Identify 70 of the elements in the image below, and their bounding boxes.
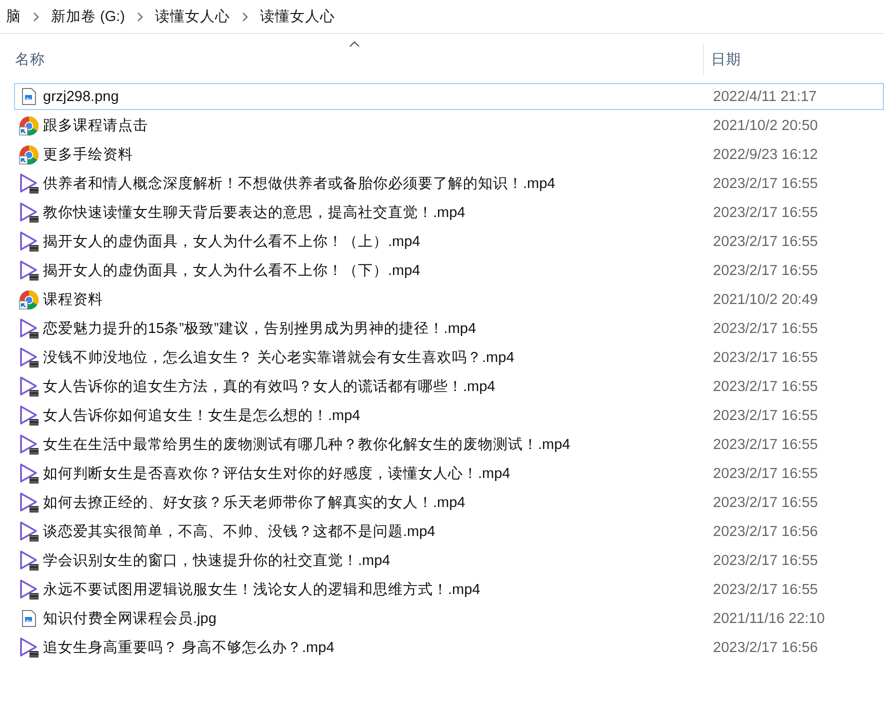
file-name[interactable]: 跟多课程请点击 <box>42 116 706 135</box>
breadcrumb-item[interactable]: 新加卷 (G:) <box>45 7 131 26</box>
chevron-icon <box>33 12 39 22</box>
file-date: 2023/2/17 16:55 <box>712 466 818 482</box>
video-file-icon <box>19 260 39 281</box>
file-date: 2021/10/2 20:50 <box>712 118 818 134</box>
video-file-icon <box>19 434 39 455</box>
chevron-icon <box>137 12 143 22</box>
file-name[interactable]: 教你快速读懂女生聊天背后要表达的意思，提高社交直觉！.mp4 <box>42 203 706 222</box>
file-date: 2023/2/17 16:55 <box>712 436 818 452</box>
video-file-icon <box>19 579 39 600</box>
file-name[interactable]: 没钱不帅没地位，怎么追女生？ 关心老实靠谱就会有女生喜欢吗？.mp4 <box>42 348 706 367</box>
file-name[interactable]: 谈恋爱其实很简单，不高、不帅、没钱？这都不是问题.mp4 <box>42 522 706 541</box>
file-date: 2023/2/17 16:55 <box>712 582 818 598</box>
file-date: 2023/2/17 16:55 <box>712 350 818 366</box>
file-name[interactable]: 揭开女人的虚伪面具，女人为什么看不上你！（上）.mp4 <box>42 232 706 251</box>
video-file-icon <box>19 492 39 513</box>
file-date: 2023/2/17 16:55 <box>712 408 818 424</box>
breadcrumb-item[interactable]: 脑 <box>0 7 27 26</box>
file-name[interactable]: 更多手绘资料 <box>42 145 706 164</box>
column-header[interactable]: 日期 <box>704 34 741 80</box>
file-date: 2021/10/2 20:49 <box>712 292 818 308</box>
video-file-icon <box>19 347 39 368</box>
video-file-icon <box>19 231 39 252</box>
file-date: 2022/4/11 21:17 <box>712 88 817 104</box>
file-date: 2021/11/16 22:10 <box>712 610 825 626</box>
chevron-icon <box>242 12 248 22</box>
file-name[interactable]: 揭开女人的虚伪面具，女人为什么看不上你！（下）.mp4 <box>42 261 706 280</box>
file-name[interactable]: 恋爱魅力提升的15条”极致”建议，告别挫男成为男神的捷径！.mp4 <box>42 319 706 338</box>
video-file-icon <box>19 173 39 194</box>
browser-shortcut-icon <box>19 290 39 310</box>
video-file-icon <box>19 405 39 426</box>
file-name[interactable]: 永远不要试图用逻辑说服女生！浅论女人的逻辑和思维方式！.mp4 <box>42 580 706 599</box>
file-date: 2022/9/23 16:12 <box>712 146 818 162</box>
video-file-icon <box>19 463 39 484</box>
file-name[interactable]: 女生在生活中最常给男生的废物测试有哪几种？教你化解女生的废物测试！.mp4 <box>42 435 706 454</box>
file-date: 2023/2/17 16:56 <box>712 524 818 540</box>
file-name[interactable]: 女人告诉你的追女生方法，真的有效吗？女人的谎话都有哪些！.mp4 <box>42 377 706 396</box>
file-date: 2023/2/17 16:55 <box>712 378 818 394</box>
file-date: 2023/2/17 16:55 <box>712 262 818 278</box>
file-name[interactable]: 课程资料 <box>42 290 706 309</box>
breadcrumb-item[interactable]: 读懂女人心 <box>254 7 341 26</box>
file-name[interactable]: 学会识别女生的窗口，快速提升你的社交直觉！.mp4 <box>42 551 706 570</box>
focused-file-row[interactable]: grzj298.png 2022/4/11 21:17 <box>14 83 884 110</box>
browser-shortcut-icon <box>19 116 39 136</box>
file-date: 2023/2/17 16:55 <box>712 204 818 220</box>
file-name[interactable]: 追女生身高重要吗？ 身高不够怎么办？.mp4 <box>42 638 706 657</box>
file-date: 2023/2/17 16:55 <box>712 494 818 510</box>
file-date: 2023/2/17 16:55 <box>712 320 818 336</box>
column-header[interactable]: 名称 <box>0 34 704 80</box>
file-date: 2023/2/17 16:55 <box>712 176 818 192</box>
video-file-icon <box>19 202 39 223</box>
file-date: 2023/2/17 16:56 <box>712 640 818 656</box>
file-name[interactable]: 知识付费全网课程会员.jpg <box>42 609 706 628</box>
video-file-icon <box>19 376 39 397</box>
video-file-icon <box>19 550 39 571</box>
browser-shortcut-icon <box>19 144 39 164</box>
file-name[interactable]: 供养者和情人概念深度解析！不想做供养者或备胎你必须要了解的知识！.mp4 <box>42 174 706 193</box>
file-name[interactable]: 女人告诉你如何追女生！女生是怎么想的！.mp4 <box>42 406 706 425</box>
video-file-icon <box>19 521 39 542</box>
file-name[interactable]: grzj298.png <box>42 88 706 104</box>
file-name[interactable]: 如何判断女生是否喜欢你？评估女生对你的好感度，读懂女人心！.mp4 <box>42 464 706 483</box>
video-file-icon <box>19 318 39 339</box>
image-file-icon <box>22 610 36 627</box>
video-file-icon <box>19 637 39 658</box>
image-file-icon <box>22 88 36 105</box>
breadcrumb-item[interactable]: 读懂女人心 <box>149 7 236 26</box>
file-name[interactable]: 如何去撩正经的、好女孩？乐天老师带你了解真实的女人！.mp4 <box>42 493 706 512</box>
file-date: 2023/2/17 16:55 <box>712 234 818 250</box>
file-date: 2023/2/17 16:55 <box>712 552 818 568</box>
